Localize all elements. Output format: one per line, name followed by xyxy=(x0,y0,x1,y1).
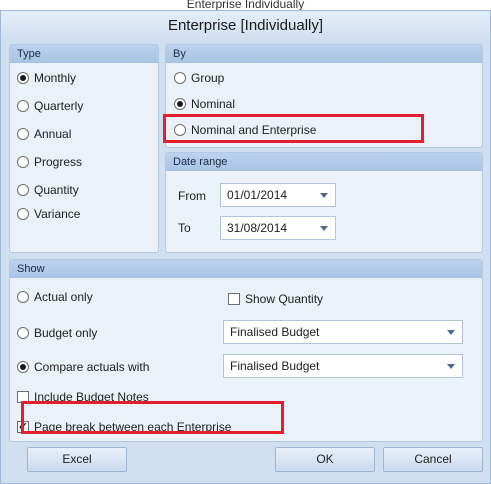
from-date-picker[interactable]: 01/01/2014 xyxy=(220,183,336,207)
checkmark-icon: ✔ xyxy=(17,421,29,433)
show-group-header: Show xyxy=(10,260,482,278)
radio-icon xyxy=(17,361,29,373)
chevron-down-icon xyxy=(320,193,328,198)
type-option-variance[interactable]: Variance xyxy=(17,207,80,221)
chevron-down-icon xyxy=(447,330,455,335)
radio-icon xyxy=(174,98,186,110)
page-break-checkbox[interactable]: ✔ Page break between each Enterprise xyxy=(17,420,231,434)
compare-dropdown[interactable]: Finalised Budget xyxy=(223,354,463,378)
chevron-down-icon xyxy=(320,226,328,231)
radio-icon xyxy=(17,100,29,112)
by-option-group[interactable]: Group xyxy=(174,71,224,85)
show-budget-only[interactable]: Budget only xyxy=(17,326,97,340)
radio-icon xyxy=(17,184,29,196)
to-label: To xyxy=(178,221,191,235)
type-option-monthly[interactable]: Monthly xyxy=(17,71,76,85)
type-option-progress[interactable]: Progress xyxy=(17,155,82,169)
include-budget-notes-checkbox[interactable]: Include Budget Notes xyxy=(17,390,149,404)
dialog-title: Enterprise [Individually] xyxy=(1,11,490,41)
type-option-quantity[interactable]: Quantity xyxy=(17,183,79,197)
type-group-header: Type xyxy=(10,45,158,63)
show-compare-actuals-with[interactable]: Compare actuals with xyxy=(17,360,149,374)
by-group: By Group Nominal Nominal and Enterprise xyxy=(165,44,483,148)
background-window-title: Enterprise Individually xyxy=(186,0,305,10)
show-quantity-checkbox[interactable]: Show Quantity xyxy=(228,292,323,306)
radio-icon xyxy=(17,208,29,220)
ok-button[interactable]: OK xyxy=(275,447,375,472)
enterprise-dialog: Enterprise [Individually] Type Monthly Q… xyxy=(0,10,491,484)
radio-icon xyxy=(17,291,29,303)
excel-button[interactable]: Excel xyxy=(27,447,127,472)
radio-icon xyxy=(17,156,29,168)
budget-only-dropdown[interactable]: Finalised Budget xyxy=(223,320,463,344)
date-range-group: Date range From 01/01/2014 To 31/08/2014 xyxy=(165,152,483,253)
show-actual-only[interactable]: Actual only xyxy=(17,290,93,304)
chevron-down-icon xyxy=(447,364,455,369)
checkbox-icon xyxy=(228,293,240,305)
date-range-header: Date range xyxy=(166,153,482,171)
cancel-button[interactable]: Cancel xyxy=(383,447,483,472)
radio-icon xyxy=(17,327,29,339)
radio-icon xyxy=(174,124,186,136)
checkbox-icon xyxy=(17,391,29,403)
by-option-nominal[interactable]: Nominal xyxy=(174,97,235,111)
radio-icon xyxy=(17,72,29,84)
radio-icon xyxy=(174,72,186,84)
to-date-picker[interactable]: 31/08/2014 xyxy=(220,216,336,240)
by-option-nominal-and-enterprise[interactable]: Nominal and Enterprise xyxy=(174,123,316,137)
show-group: Show Actual only Show Quantity Budget on… xyxy=(9,259,483,442)
radio-icon xyxy=(17,128,29,140)
type-option-annual[interactable]: Annual xyxy=(17,127,71,141)
type-option-quarterly[interactable]: Quarterly xyxy=(17,99,83,113)
from-label: From xyxy=(178,189,206,203)
by-group-header: By xyxy=(166,45,482,63)
type-group: Type Monthly Quarterly Annual Progress Q… xyxy=(9,44,159,253)
